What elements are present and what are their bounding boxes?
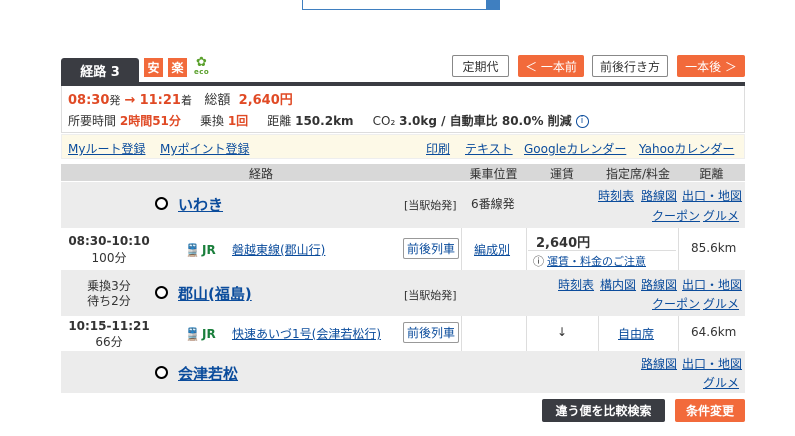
change-conditions-button[interactable]: 条件変更 bbox=[675, 399, 745, 422]
info-icon[interactable]: ⓘ bbox=[533, 253, 544, 269]
station-name[interactable]: いわき bbox=[178, 194, 223, 215]
station-name[interactable]: 郡山(福島) bbox=[178, 283, 252, 304]
co2-value: 3.0kg / 自動車比 80.0% 削減 bbox=[399, 114, 572, 128]
my-route-link[interactable]: Myルート登録 bbox=[68, 140, 145, 157]
wait-time: 待ち2分 bbox=[87, 294, 131, 308]
fare: 2,640円 bbox=[536, 236, 591, 251]
route-summary: 08:30発 → 11:21着 総額 2,640円 所要時間 2時間51分 乗換… bbox=[61, 86, 745, 133]
total-distance: 150.2km bbox=[295, 114, 354, 128]
segment-time: 08:30-10:10 bbox=[68, 234, 150, 248]
around-trains-button[interactable]: 前後列車 bbox=[403, 322, 460, 343]
segment-row: 10:15-11:21 66分 🚆 JR 快速あいづ1号(会津若松行) 前後列車… bbox=[61, 316, 745, 351]
segment-time: 10:15-11:21 bbox=[68, 319, 150, 333]
total-label: 総額 bbox=[204, 93, 231, 108]
text-link[interactable]: テキスト bbox=[465, 140, 513, 157]
around-trains-button[interactable]: 前後列車 bbox=[403, 238, 460, 259]
line-name[interactable]: 磐越東線(郡山行) bbox=[232, 241, 325, 258]
safe-badge: 安 bbox=[144, 58, 163, 77]
departure-time: 08:30 bbox=[68, 93, 110, 108]
train-icon: 🚆 bbox=[185, 327, 200, 341]
search-box[interactable] bbox=[302, 0, 500, 10]
next-train-button[interactable]: 一本後 ＞ bbox=[677, 55, 745, 77]
my-point-link[interactable]: Myポイント登録 bbox=[160, 140, 249, 157]
segment-row: 08:30-10:10 100分 🚆 JR 磐越東線(郡山行) 前後列車 編成別… bbox=[61, 228, 745, 270]
compare-search-button[interactable]: 違う便を比較検索 bbox=[542, 399, 665, 422]
google-calendar-link[interactable]: Googleカレンダー bbox=[524, 140, 626, 157]
easy-badge: 楽 bbox=[168, 58, 187, 77]
station-node bbox=[155, 286, 168, 299]
station-node bbox=[155, 366, 168, 379]
segment-duration: 66分 bbox=[95, 335, 123, 349]
travel-time: 2時間51分 bbox=[119, 114, 181, 128]
print-link[interactable]: 印刷 bbox=[426, 140, 450, 157]
action-link-bar: Myルート登録 Myポイント登録 印刷 テキスト Googleカレンダー Yah… bbox=[61, 134, 745, 159]
arrival-time: 11:21 bbox=[139, 93, 181, 108]
car-position-link[interactable]: 編成別 bbox=[474, 241, 510, 258]
fare-continues-arrow: ↓ bbox=[557, 325, 568, 339]
search-button[interactable] bbox=[486, 0, 500, 9]
prev-train-button[interactable]: ＜ 一本前 bbox=[518, 55, 584, 77]
total-fare: 2,640円 bbox=[238, 93, 293, 108]
commuter-pass-button[interactable]: 定期代 bbox=[452, 55, 509, 77]
seat-type-link[interactable]: 自由席 bbox=[618, 325, 654, 342]
info-icon[interactable]: i bbox=[575, 115, 589, 128]
platform: 6番線発 bbox=[471, 197, 515, 211]
segment-duration: 100分 bbox=[91, 251, 127, 265]
train-icon: 🚆 bbox=[185, 243, 200, 257]
around-routes-button[interactable]: 前後行き方 bbox=[592, 55, 668, 77]
station-name[interactable]: 会津若松 bbox=[178, 363, 238, 384]
fare-notice-link[interactable]: 運賃・料金のご注意 bbox=[547, 253, 646, 269]
eco-icon: ✿ eco bbox=[194, 55, 210, 76]
yahoo-calendar-link[interactable]: Yahooカレンダー bbox=[639, 140, 734, 157]
table-header: 経路 乗車位置 運賃 指定席/料金 距離 bbox=[61, 164, 745, 181]
station-node bbox=[155, 197, 168, 210]
operator: JR bbox=[202, 243, 216, 257]
segment-distance: 85.6km bbox=[691, 241, 737, 255]
line-name[interactable]: 快速あいづ1号(会津若松行) bbox=[232, 325, 381, 342]
segment-distance: 64.6km bbox=[691, 325, 737, 339]
route-tab[interactable]: 経路 3 bbox=[61, 58, 139, 82]
transfer-count: 1回 bbox=[227, 114, 249, 128]
operator: JR bbox=[202, 327, 216, 341]
